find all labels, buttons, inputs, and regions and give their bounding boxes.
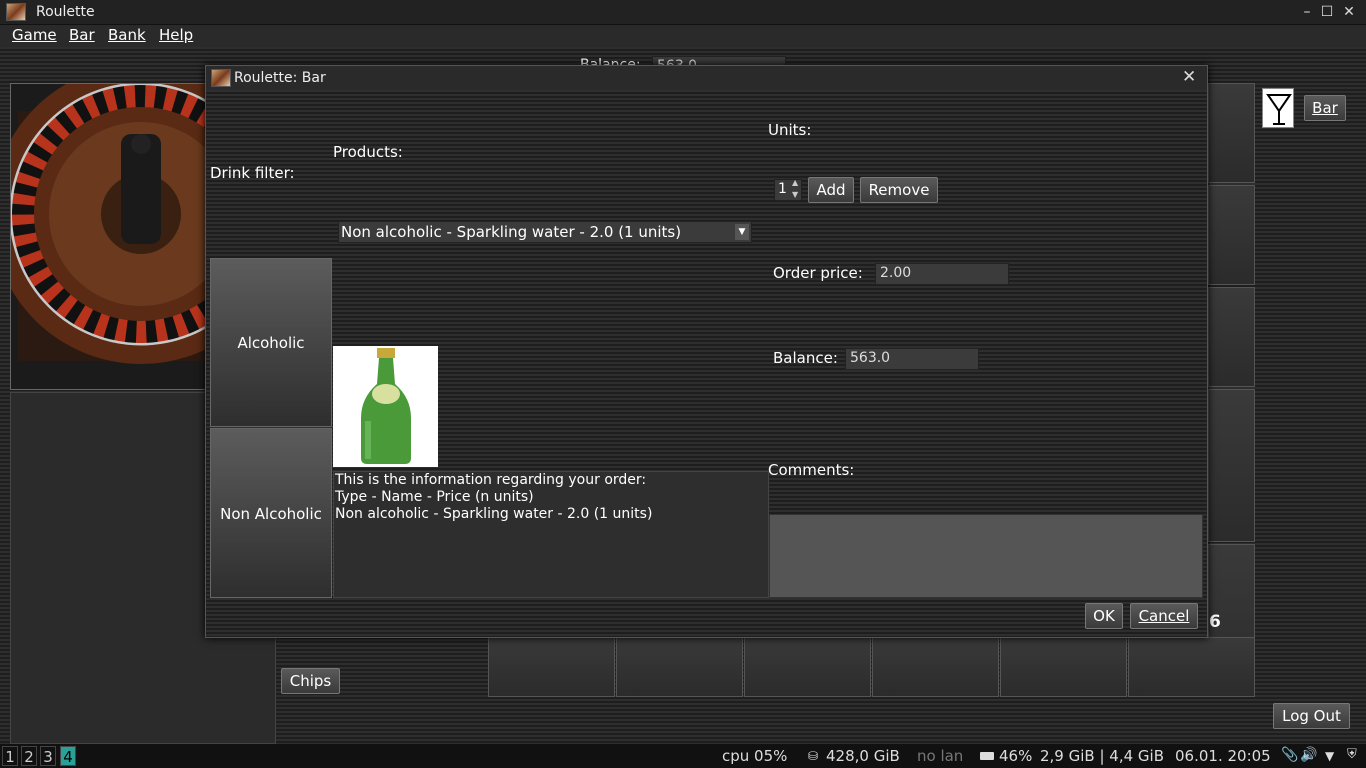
alcoholic-button[interactable]: Alcoholic <box>210 258 332 427</box>
balance-field[interactable]: 563.0 <box>845 348 979 370</box>
dialog-titlebar: Roulette: Bar ✕ <box>206 66 1207 90</box>
battery-icon <box>980 752 994 760</box>
wifi-icon[interactable]: ▼ <box>1325 749 1334 763</box>
product-image <box>333 346 438 467</box>
disk-status: 428,0 GiB <box>826 747 900 765</box>
battery-status: 46% <box>999 747 1033 765</box>
non-alcoholic-button[interactable]: Non Alcoholic <box>210 428 332 598</box>
table-number: 6 <box>1209 612 1221 632</box>
workspace-1[interactable]: 1 <box>2 746 18 766</box>
units-spinner[interactable]: 1 ▲ ▼ <box>774 178 802 201</box>
units-label: Units: <box>768 121 812 139</box>
table-cell[interactable] <box>488 637 615 697</box>
table-cell[interactable] <box>872 637 999 697</box>
table-cell[interactable] <box>1208 389 1255 542</box>
roulette-image-panel <box>0 64 291 390</box>
minimize-icon[interactable]: – <box>1298 3 1316 21</box>
shield-icon[interactable]: ⛨ <box>1347 747 1357 762</box>
order-info-textarea[interactable]: This is the information regarding your o… <box>333 471 769 598</box>
balance-label: Balance: <box>773 349 838 367</box>
bar-dialog: Roulette: Bar ✕ Drink filter: Products: … <box>205 65 1208 638</box>
menu-help[interactable]: Help <box>159 26 193 44</box>
maximize-icon[interactable]: ☐ <box>1318 3 1336 21</box>
table-cell[interactable] <box>744 637 871 697</box>
workspace-3[interactable]: 3 <box>40 746 56 766</box>
paperclip-icon[interactable]: 📎 <box>1281 747 1298 763</box>
order-price-field[interactable]: 2.00 <box>875 263 1009 285</box>
ok-button[interactable]: OK <box>1085 603 1123 629</box>
app-icon <box>6 3 26 21</box>
product-select[interactable]: Non alcoholic - Sparkling water - 2.0 (1… <box>338 221 752 243</box>
order-price-label: Order price: <box>773 264 863 282</box>
table-cell[interactable] <box>1128 637 1255 697</box>
window-titlebar: Roulette – ☐ ✕ <box>0 0 1366 25</box>
non-alcoholic-button-label: Non Alcoholic <box>220 505 322 523</box>
chevron-down-icon[interactable]: ▼ <box>735 224 749 240</box>
comments-textarea[interactable] <box>769 514 1203 598</box>
table-cell[interactable] <box>1208 83 1255 183</box>
close-icon[interactable]: ✕ <box>1340 3 1358 21</box>
menubar: Game Bar Bank Help <box>0 25 1366 47</box>
menu-bank[interactable]: Bank <box>108 26 146 44</box>
products-label: Products: <box>333 143 403 161</box>
menu-bar[interactable]: Bar <box>69 26 95 44</box>
comments-label: Comments: <box>768 461 855 479</box>
order-info-line: This is the information regarding your o… <box>335 472 647 488</box>
volume-icon[interactable]: 🔊 <box>1300 747 1317 763</box>
menu-game[interactable]: Game <box>12 26 57 44</box>
order-info-line: Non alcoholic - Sparkling water - 2.0 (1… <box>335 506 653 522</box>
table-cell[interactable] <box>1208 185 1255 285</box>
network-status: no lan <box>917 747 964 765</box>
bar-button[interactable]: Bar <box>1304 95 1346 121</box>
table-cell[interactable] <box>1208 287 1255 387</box>
add-button[interactable]: Add <box>808 177 854 203</box>
drink-filter-label: Drink filter: <box>210 164 295 182</box>
spinner-up-icon[interactable]: ▲ <box>792 178 798 187</box>
product-select-value: Non alcoholic - Sparkling water - 2.0 (1… <box>341 223 682 241</box>
dialog-app-icon <box>211 69 231 87</box>
cocktail-icon[interactable] <box>1262 88 1294 128</box>
chips-button[interactable]: Chips <box>281 668 340 694</box>
taskbar: 1 2 3 4 cpu 05% ⛁ 428,0 GiB no lan 46% 2… <box>0 744 1366 768</box>
order-info-line: Type - Name - Price (n units) <box>335 489 534 505</box>
workspace-4-active[interactable]: 4 <box>60 746 76 766</box>
workspace-2[interactable]: 2 <box>21 746 37 766</box>
table-cell[interactable] <box>1000 637 1127 697</box>
remove-button[interactable]: Remove <box>860 177 938 203</box>
sparkling-water-bottle-image <box>361 348 411 464</box>
window-title: Roulette <box>36 4 95 20</box>
cpu-status: cpu 05% <box>722 747 788 765</box>
cancel-button[interactable]: Cancel <box>1130 603 1198 629</box>
memory-status: 2,9 GiB | 4,4 GiB <box>1040 747 1164 765</box>
disk-icon: ⛁ <box>808 749 819 763</box>
dialog-title: Roulette: Bar <box>234 70 326 86</box>
units-value: 1 <box>778 181 787 197</box>
table-cell[interactable] <box>616 637 743 697</box>
spinner-down-icon[interactable]: ▼ <box>792 190 798 199</box>
roulette-wheel-image <box>0 64 291 364</box>
alcoholic-button-label: Alcoholic <box>237 334 305 352</box>
logout-button[interactable]: Log Out <box>1273 703 1350 729</box>
dialog-close-icon[interactable]: ✕ <box>1182 67 1196 87</box>
datetime: 06.01. 20:05 <box>1175 747 1271 765</box>
